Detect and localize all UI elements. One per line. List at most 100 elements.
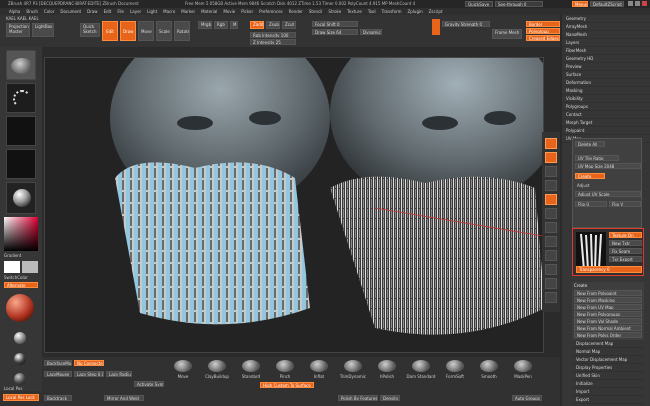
right-menu-polypaint[interactable]: Polypaint — [562, 127, 650, 135]
polygroup-button[interactable]: Polygroup — [526, 28, 560, 34]
right-menu-arraymesh[interactable]: ArrayMesh — [562, 23, 650, 31]
brush-standard[interactable]: Standard — [235, 359, 267, 381]
brush-move[interactable]: Move — [167, 359, 199, 381]
txr-export-button[interactable]: Txr Export — [609, 256, 642, 262]
local-pos-lock-button[interactable]: Local Pos Lock — [3, 394, 39, 401]
brush-thumbnail[interactable] — [6, 50, 36, 80]
lightbox-button[interactable]: LightBox — [32, 23, 54, 37]
menu-alpha[interactable]: Alpha — [6, 8, 23, 15]
move-view-tool[interactable] — [545, 222, 557, 233]
edit-button[interactable]: Edit — [102, 21, 118, 41]
material-thumbnail[interactable] — [6, 182, 36, 214]
new-txtr-button[interactable]: New Txtr — [609, 240, 642, 246]
menu-light[interactable]: Light — [144, 8, 160, 15]
menu-file[interactable]: File — [114, 8, 127, 15]
window-controls[interactable] — [628, 1, 648, 7]
zcut-button[interactable]: Zcut — [282, 21, 296, 29]
menu-marker[interactable]: Marker — [178, 8, 198, 15]
scale-button[interactable]: Scale — [156, 21, 172, 41]
high-custom-button[interactable]: High Custom To Surface — [260, 382, 314, 388]
menu-stroke[interactable]: Stroke — [325, 8, 344, 15]
z-intensity-slider[interactable]: Z Intensity 25 — [250, 39, 296, 45]
texture-thumbnail[interactable] — [6, 149, 36, 179]
floor-tool[interactable] — [545, 166, 557, 177]
sphere-dark-icon[interactable] — [14, 353, 26, 365]
create-item-5[interactable]: New From Normal Ambient — [574, 325, 642, 331]
secondary-color-swatch[interactable] — [22, 261, 38, 273]
right-menu-preview[interactable]: Preview — [562, 63, 650, 71]
maximize-icon[interactable] — [635, 1, 640, 6]
lower-item-import[interactable]: Import — [572, 388, 644, 396]
transparency-slider[interactable]: Transparency 0 — [576, 266, 642, 273]
right-menu-nanomesh[interactable]: NanoMesh — [562, 31, 650, 39]
brush-pinch[interactable]: Pinch — [269, 359, 301, 381]
polish-features-button[interactable]: Polish By Features — [338, 395, 378, 401]
uv-create-button[interactable]: Create — [575, 173, 605, 179]
lazy-radius-slider[interactable]: Lazy Radius 1 — [106, 371, 132, 377]
right-menu-contact[interactable]: Contact — [562, 111, 650, 119]
lower-item-initialize[interactable]: Initialize — [572, 380, 644, 388]
local-tool[interactable] — [545, 180, 557, 191]
create-item-4[interactable]: New From Vol Shade — [574, 318, 642, 324]
menu-transform[interactable]: Transform — [379, 8, 405, 15]
lower-item-displacement-map[interactable]: Displacement Map — [572, 340, 644, 348]
rotate-view-tool[interactable] — [545, 250, 557, 261]
create-item-2[interactable]: New From UV Map — [574, 304, 642, 310]
create-item-6[interactable]: New From Polys Order — [574, 332, 642, 338]
menu-zplugin[interactable]: Zplugin — [405, 8, 426, 15]
close-icon[interactable] — [642, 1, 647, 6]
switch-color-label[interactable]: SwitchColor — [4, 275, 38, 280]
alternate-button[interactable]: Alternate — [4, 282, 38, 288]
uv-map-size-slider[interactable]: UV Map Size 2048 — [575, 163, 641, 169]
lower-item-display-properties[interactable]: Display Properties — [572, 364, 644, 372]
focal-shift-slider[interactable]: Focal Shift 0 — [312, 21, 358, 27]
material-red-sphere-icon[interactable] — [6, 294, 34, 322]
create-item-1[interactable]: New From Masking — [574, 297, 642, 303]
menus-button[interactable]: Menus — [572, 1, 588, 7]
zadd-button[interactable]: Zadd — [250, 21, 264, 29]
m-button[interactable]: M — [230, 21, 238, 29]
menu-document[interactable]: Document — [57, 8, 84, 15]
mirror-weld-button[interactable]: Mirror And Weld — [104, 395, 144, 401]
adjust-uv-scale[interactable]: Adjust UV Scale — [575, 191, 641, 197]
solo-tool[interactable] — [545, 292, 557, 303]
menu-preferences[interactable]: Preferences — [256, 8, 286, 15]
create-item-0[interactable]: New From Polypaint — [574, 290, 642, 296]
density-button[interactable]: Density — [380, 395, 400, 401]
brush-inflat[interactable]: Inflat — [303, 359, 335, 381]
brush-claybuildup[interactable]: ClayBuildup — [201, 359, 233, 381]
rotate-button[interactable]: Rotate — [174, 21, 190, 41]
menu-macro[interactable]: Macro — [160, 8, 178, 15]
menu-stencil[interactable]: Stencil — [306, 8, 326, 15]
gravity-strength-slider[interactable]: Gravity Strength 0 — [442, 21, 490, 27]
right-menu-geometry-hd[interactable]: Geometry HD — [562, 55, 650, 63]
mrgb-button[interactable]: Mrgb — [198, 21, 212, 29]
quick-sketch-button[interactable]: Quick Sketch — [80, 23, 100, 37]
create-item-3[interactable]: New From Polygroups — [574, 311, 642, 317]
right-menu-fibermesh[interactable]: FiberMesh — [562, 47, 650, 55]
projection-master-button[interactable]: Projection Master — [6, 23, 30, 37]
lower-item-unified-skin[interactable]: Unified Skin — [572, 372, 644, 380]
delete-all-button[interactable]: Delete All — [575, 141, 605, 147]
right-menu-polygroups[interactable]: Polygroups — [562, 103, 650, 111]
right-menu-masking[interactable]: Masking — [562, 87, 650, 95]
color-picker[interactable] — [4, 217, 38, 251]
orange-color-swatch[interactable] — [432, 19, 440, 35]
right-menu-surface[interactable]: Surface — [562, 71, 650, 79]
draw-size-slider[interactable]: Draw Size 64 — [312, 29, 358, 35]
lower-item-export[interactable]: Export — [572, 396, 644, 404]
menu-picker[interactable]: Picker — [238, 8, 256, 15]
fix-seam-button[interactable]: Fix Seam — [609, 248, 642, 254]
flip-v-button[interactable]: Flip V — [609, 201, 641, 207]
quicksave-button[interactable]: QuickSave — [465, 1, 493, 7]
polyf-tool[interactable] — [545, 264, 557, 275]
frame-mesh-button[interactable]: Frame Mesh — [492, 29, 522, 39]
brush-formsoft[interactable]: FormSoft — [439, 359, 471, 381]
uv-tile-ratio[interactable]: UV Tile Ratio — [575, 155, 619, 161]
xyz-tool[interactable] — [545, 194, 557, 205]
document-tab[interactable]: KAEL KAEL KAEL — [6, 16, 46, 21]
bpr-tool[interactable] — [545, 138, 557, 149]
no-connected-button[interactable]: No Connected — [74, 360, 104, 366]
menu-draw[interactable]: Draw — [84, 8, 100, 15]
brush-maskpen[interactable]: MaskPen — [507, 359, 539, 381]
